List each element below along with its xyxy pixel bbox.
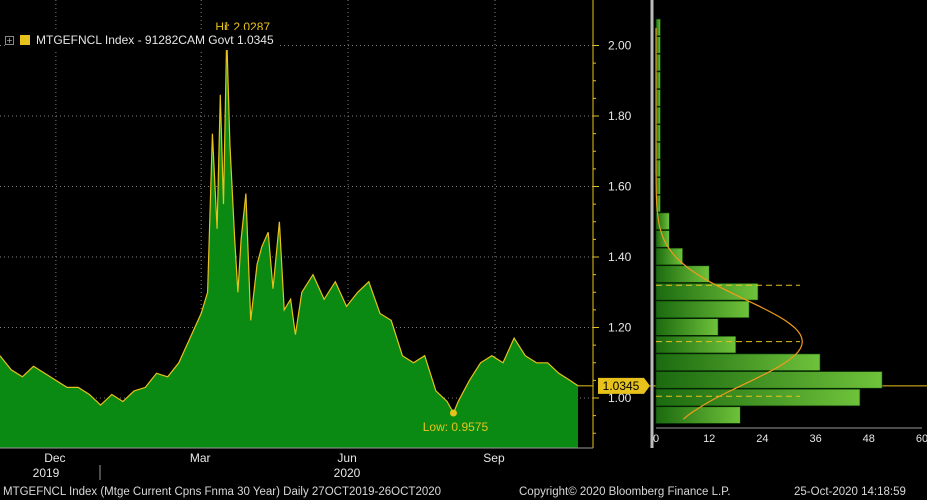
legend-label: MTGEFNCL Index - 91282CAM Govt 1.0345: [36, 33, 274, 47]
histogram-bar: [655, 106, 661, 125]
y-tick-label: 2.00: [608, 39, 632, 53]
histogram-tick-label: 60: [916, 433, 927, 445]
x-tick-label-month: Mar: [190, 451, 211, 465]
histogram-bar: [655, 36, 661, 54]
histogram-bar: [655, 318, 719, 336]
histogram-tick-label: 48: [863, 433, 875, 445]
legend-swatch: [20, 35, 30, 45]
histogram-tick-label: 0: [653, 433, 659, 445]
footer-description: MTGEFNCL Index (Mtge Current Cpns Fnma 3…: [3, 486, 442, 498]
x-tick-label-month: Jun: [337, 451, 356, 465]
legend[interactable]: + MTGEFNCL Index - 91282CAM Govt 1.0345: [5, 30, 280, 50]
histogram-tick-label: 12: [703, 433, 715, 445]
histogram-bar: [655, 54, 661, 72]
expand-square-icon[interactable]: +: [5, 35, 14, 45]
low-marker-dot: [449, 409, 457, 417]
y-tick-label: 1.40: [608, 250, 632, 264]
histogram-bar: [655, 71, 661, 89]
histogram-bar: [655, 265, 710, 283]
histogram-bar: [655, 142, 661, 160]
histogram-bar: [655, 388, 861, 407]
histogram-bar: [655, 336, 737, 354]
histogram-bar: [655, 371, 883, 389]
last-value-label: 1.0345: [603, 379, 640, 393]
histogram-bar: [655, 89, 661, 107]
chart-canvas: 1.001.201.401.601.802.00 Dec Mar Jun Sep201…: [0, 0, 927, 500]
y-tick-label: 1.60: [608, 180, 632, 194]
x-tick-label-year: 2020: [334, 466, 361, 480]
low-label: Low: 0.9575: [423, 420, 489, 434]
footer-copyright: Copyright© 2020 Bloomberg Finance L.P.: [519, 486, 731, 498]
footer-timestamp: 25-Oct-2020 14:18:59: [794, 486, 906, 498]
histogram-bar: [655, 300, 750, 318]
footer-bar: MTGEFNCL Index (Mtge Current Cpns Fnma 3…: [0, 484, 927, 500]
histogram-bar: [655, 283, 759, 301]
histogram-bar: [655, 159, 661, 177]
x-tick-label-month: Sep: [483, 451, 505, 465]
histogram-bar: [655, 406, 741, 424]
x-tick-label-year: 2019: [33, 466, 60, 480]
histogram-bar: [655, 124, 661, 142]
histogram-tick-label: 24: [756, 433, 768, 445]
histogram-bar: [655, 353, 821, 371]
y-tick-label: 1.80: [608, 109, 632, 123]
y-tick-label: 1.20: [608, 321, 632, 335]
histogram-bar: [655, 18, 661, 36]
histogram-tick-label: 36: [809, 433, 821, 445]
histogram-bar: [655, 247, 683, 266]
x-tick-label-month: Dec: [44, 451, 65, 465]
